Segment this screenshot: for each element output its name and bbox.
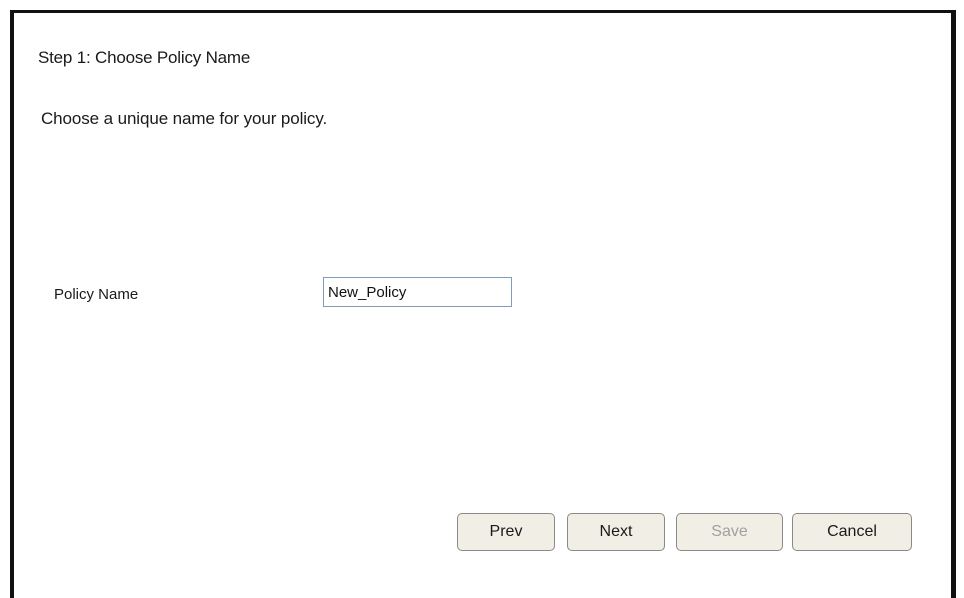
prev-button[interactable]: Prev <box>457 513 555 551</box>
policy-name-input[interactable] <box>323 277 512 307</box>
cancel-button[interactable]: Cancel <box>792 513 912 551</box>
policy-name-label: Policy Name <box>54 286 139 303</box>
next-button[interactable]: Next <box>567 513 665 551</box>
step-title: Step 1: Choose Policy Name <box>38 48 251 67</box>
wizard-panel: Step 1: Choose Policy Name Choose a uniq… <box>10 10 956 598</box>
save-button[interactable]: Save <box>676 513 783 551</box>
step-instructions: Choose a unique name for your policy. <box>41 109 328 128</box>
